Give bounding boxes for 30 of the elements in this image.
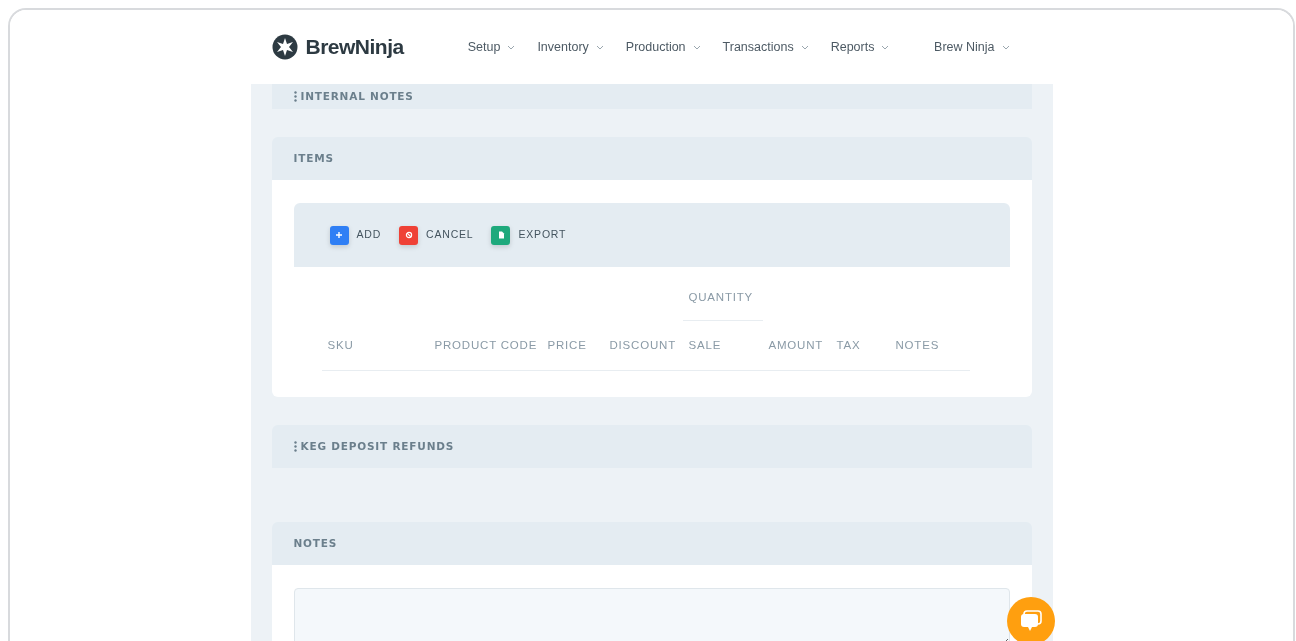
add-button[interactable]: ADD [329,225,382,245]
column-header: DISCOUNT [603,321,683,372]
column-header: TAX [830,321,890,372]
notes-field[interactable] [293,588,1010,641]
drag-handle-icon[interactable] [293,441,297,453]
drag-handle-icon[interactable] [293,91,297,102]
column-header: NOTES [889,321,970,372]
chevron-down-icon [595,44,604,50]
chat-bubble-icon [1019,610,1043,632]
chevron-down-icon [881,44,890,50]
chevron-down-icon [692,44,701,50]
account-menu[interactable]: Brew Ninja [934,37,1010,57]
chevron-down-icon [507,44,516,50]
cancel-button[interactable]: CANCEL [399,225,474,245]
nav-menu[interactable]: Production [625,37,701,57]
column-header: PRICE [541,321,604,372]
nav-menu[interactable]: Reports [830,37,890,57]
column-header: SALE [682,321,763,372]
column-group-header: QUANTITY [682,267,763,321]
star-logo-icon [271,34,298,60]
column-header: AMOUNT [762,321,831,372]
nav-menu[interactable]: Setup [467,37,516,57]
chevron-down-icon [1001,44,1010,50]
export-button[interactable]: EXPORT [491,225,567,245]
nav-menu[interactable]: Inventory [537,37,604,57]
nav-menu[interactable]: Transactions [722,37,809,57]
brand-name[interactable]: BrewNinja [305,31,404,63]
column-header: PRODUCT CODE [428,321,542,372]
column-header: SKU [321,321,429,372]
chevron-down-icon [800,44,809,50]
